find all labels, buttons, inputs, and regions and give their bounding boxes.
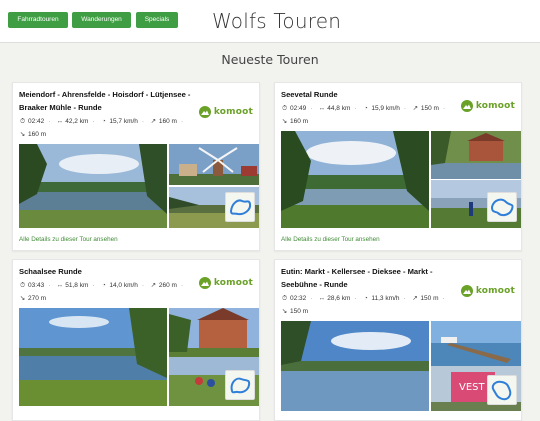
tour-card[interactable]: Eutin: Markt - Kellersee - Dieksee - Mar… (274, 259, 522, 421)
stopwatch-icon: ⏱ (281, 105, 288, 112)
tour-stats: ⏱ 02:42 · ↔ 42,2 km · ◔ 15,7 km/h · ↗ 160 m · ↘ 1… (19, 115, 219, 141)
route-map-thumbnail[interactable] (487, 192, 517, 222)
distance-arrows-icon: ↔ (56, 282, 64, 289)
lake-photo[interactable] (281, 321, 429, 411)
speedometer-icon: ◔ (101, 282, 106, 289)
pier-photo[interactable] (431, 321, 522, 366)
komoot-label: komoot (213, 107, 253, 117)
tour-title[interactable]: Eutin: Markt - Kellersee - Dieksee - Mar… (281, 265, 461, 291)
downhill-arrow-icon: ↘ (19, 131, 26, 138)
lake-photo[interactable] (281, 131, 429, 228)
tour-images[interactable] (19, 308, 260, 406)
uphill-arrow-icon: ↗ (412, 295, 418, 302)
duration-value: 02:49 (290, 105, 307, 112)
route-map-icon (491, 380, 512, 401)
distance-arrows-icon: ↔ (56, 118, 64, 125)
tour-stats: ⏱ 02:49 · ↔ 44,8 km · ◔ 15,9 km/h · ↗ 150 m · ↘ 1… (281, 102, 481, 128)
route-map-thumbnail[interactable] (225, 192, 255, 222)
up-value: 160 m (158, 118, 177, 125)
up-value: 260 m (158, 282, 177, 289)
downhill-arrow-icon: ↘ (281, 308, 288, 315)
stopwatch-icon: ⏱ (281, 295, 288, 302)
speed-value: 14,0 km/h (109, 282, 138, 289)
garden-house-photo[interactable] (431, 131, 522, 179)
site-title[interactable]: Wolfs Touren (212, 9, 341, 33)
speed-value: 15,9 km/h (371, 105, 400, 112)
uphill-arrow-icon: ↗ (150, 118, 157, 125)
lake-photo[interactable] (19, 308, 167, 406)
komoot-label: komoot (213, 278, 253, 288)
uphill-arrow-icon: ↗ (150, 282, 157, 289)
tour-details-link[interactable]: Alle Details zu dieser Tour ansehen (281, 236, 380, 243)
down-value: 150 m (290, 308, 309, 315)
tour-images[interactable] (19, 144, 260, 228)
tour-title[interactable]: Schaalsee Runde (19, 265, 207, 278)
distance-value: 42,2 km (65, 118, 89, 125)
up-value: 150 m (420, 295, 439, 302)
uphill-arrow-icon: ↗ (412, 105, 419, 112)
tour-card[interactable]: Meiendorf - Ahrensfelde - Hoisdorf - Lüt… (12, 82, 260, 251)
tour-stats: ⏱ 02:32 · ↔ 28,6 km · ◔ 11,3 km/h · ↗ 150 m · ↘ 1… (281, 292, 481, 318)
downhill-arrow-icon: ↘ (19, 295, 26, 302)
route-map-icon (230, 377, 251, 394)
lake-photo[interactable] (19, 144, 167, 228)
route-map-icon (229, 199, 252, 216)
castle-photo[interactable] (169, 308, 260, 357)
speedometer-icon: ◔ (363, 105, 368, 112)
down-value: 270 m (28, 295, 47, 302)
up-value: 150 m (420, 105, 439, 112)
windmill-photo[interactable] (169, 144, 260, 185)
speedometer-icon: ◔ (101, 118, 106, 125)
down-value: 160 m (290, 118, 309, 125)
nav-button-specials[interactable]: Specials (136, 12, 178, 28)
tour-images[interactable] (281, 131, 522, 228)
distance-arrows-icon: ↔ (318, 105, 326, 112)
tour-card[interactable]: Schaalsee Runde komoot ⏱ 03:43 · ↔ 51,8 km ·… (12, 259, 260, 421)
route-map-icon (490, 198, 514, 217)
nav-button-wanderungen[interactable]: Wanderungen (72, 12, 131, 28)
tour-title[interactable]: Seevetal Runde (281, 88, 469, 101)
duration-value: 03:43 (28, 282, 45, 289)
stopwatch-icon: ⏱ (19, 118, 26, 125)
distance-value: 28,6 km (327, 295, 351, 302)
komoot-label: komoot (475, 101, 515, 111)
duration-value: 02:42 (28, 118, 45, 125)
sign-lettering: VEST (459, 382, 486, 393)
tour-title[interactable]: Meiendorf - Ahrensfelde - Hoisdorf - Lüt… (19, 88, 199, 114)
tour-stats: ⏱ 03:43 · ↔ 51,8 km · ◔ 14,0 km/h · ↗ 260 m · ↘ 2… (19, 279, 219, 305)
duration-value: 02:32 (290, 295, 307, 302)
tour-details-link[interactable]: Alle Details zu dieser Tour ansehen (19, 236, 118, 243)
stopwatch-icon: ⏱ (19, 282, 26, 289)
distance-value: 51,8 km (65, 282, 89, 289)
speed-value: 15,7 km/h (109, 118, 138, 125)
down-value: 160 m (28, 131, 47, 138)
downhill-arrow-icon: ↘ (281, 118, 288, 125)
distance-arrows-icon: ↔ (318, 295, 326, 302)
nav-button-fahrradtouren[interactable]: Fahrradtouren (8, 12, 68, 28)
route-map-thumbnail[interactable] (487, 375, 517, 405)
top-bar: Fahrradtouren Wanderungen Specials Wolfs… (0, 0, 540, 43)
speedometer-icon: ◔ (363, 295, 368, 302)
distance-value: 44,8 km (327, 105, 351, 112)
route-map-thumbnail[interactable] (225, 370, 255, 400)
section-title: Neueste Touren (221, 52, 319, 67)
speed-value: 11,3 km/h (371, 295, 400, 302)
tour-card[interactable]: Seevetal Runde komoot ⏱ 02:49 · ↔ 44,8 km · … (274, 82, 522, 251)
tour-images[interactable]: VEST (281, 321, 522, 411)
komoot-label: komoot (475, 286, 515, 296)
